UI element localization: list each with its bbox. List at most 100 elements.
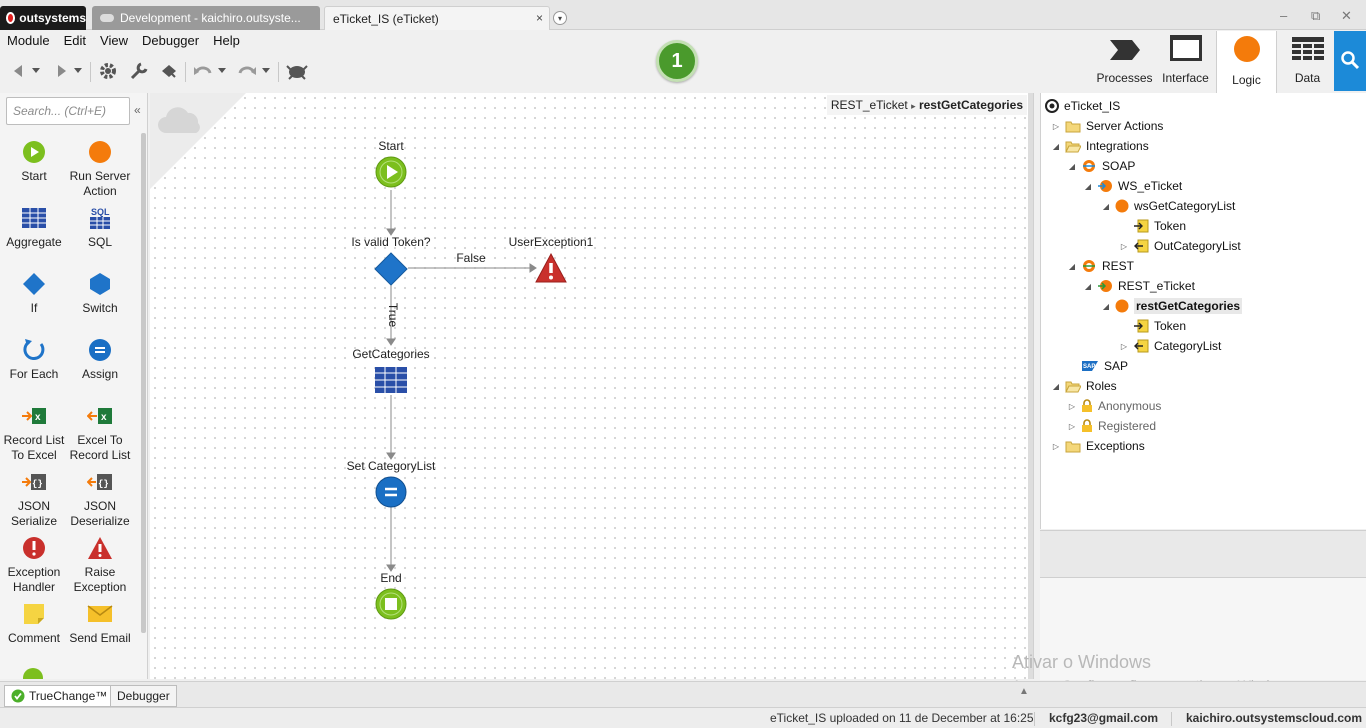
windows-activation-title: Ativar o Windows [1012, 652, 1152, 672]
tab-development[interactable]: Development - kaichiro.outsyste... [92, 6, 320, 30]
close-window-icon[interactable]: ✕ [1341, 8, 1352, 24]
tree-item-anonymous[interactable]: ▷ Anonymous [1067, 397, 1161, 415]
tree-item-roles[interactable]: ◢ Roles [1051, 377, 1117, 395]
cloud-icon [100, 14, 114, 22]
tab-processes[interactable]: Processes [1094, 31, 1155, 91]
tree-item-category-list[interactable]: ▷ CategoryList [1119, 337, 1221, 355]
tree-item-token-soap[interactable]: Token [1119, 217, 1186, 235]
gear-icon[interactable] [97, 60, 119, 82]
outsystems-brand-tab[interactable]: outsystems [0, 6, 86, 30]
raise-exception-node[interactable] [535, 252, 567, 286]
minimize-icon[interactable]: – [1280, 8, 1287, 23]
assign-node[interactable] [375, 476, 407, 511]
search-tab[interactable] [1334, 31, 1366, 91]
tab-truechange[interactable]: TrueChange™ [4, 685, 115, 707]
data-icon [1291, 36, 1325, 65]
lock-icon [1081, 419, 1093, 433]
outsystems-logo-icon [6, 12, 16, 24]
canvas-scrollbar[interactable] [1028, 93, 1033, 679]
toolbox-item-exception-handler[interactable]: Exception Handler [1, 535, 67, 595]
tree-item-rest-get-categories[interactable]: ◢ restGetCategories [1101, 297, 1243, 315]
close-tab-icon[interactable]: × [536, 11, 543, 25]
flow-canvas[interactable]: REST_eTicket ▸ restGetCategories Start I… [150, 93, 1034, 679]
record-list-to-excel-icon: x [22, 408, 46, 424]
tree-item-rest[interactable]: ◢ REST [1067, 257, 1134, 275]
toolbox-search-input[interactable]: Search... (Ctrl+E) [6, 97, 130, 125]
end-node-label: End [380, 571, 402, 585]
debug-icon[interactable] [284, 60, 310, 82]
toolbox-item-if[interactable]: If [1, 271, 67, 316]
tree-item-module[interactable]: eTicket_IS [1045, 97, 1120, 115]
folder-icon [1065, 440, 1081, 453]
menu-view[interactable]: View [93, 31, 135, 51]
dependencies-icon[interactable] [158, 60, 180, 82]
redo-dropdown-icon[interactable] [260, 60, 272, 82]
toolbox-scrollbar[interactable] [141, 133, 146, 633]
forward-icon[interactable] [50, 60, 72, 82]
undo-icon[interactable] [192, 60, 214, 82]
aggregate-node[interactable] [374, 366, 408, 397]
back-history-dropdown-icon[interactable] [30, 60, 42, 82]
tab-logic[interactable]: Logic [1216, 31, 1277, 93]
tab-list-dropdown-icon[interactable]: ▾ [553, 11, 567, 25]
tree-item-registered[interactable]: ▷ Registered [1067, 417, 1156, 435]
toolbox-item-json-serialize[interactable]: {} JSON Serialize [1, 469, 67, 529]
toolbox-item-aggregate[interactable]: Aggregate [1, 205, 67, 250]
toolbox-item-comment[interactable]: Comment [1, 601, 67, 646]
toolbox-item-label: Excel To Record List [69, 433, 131, 462]
toolbox-item-for-each[interactable]: For Each [1, 337, 67, 382]
menu-help[interactable]: Help [206, 31, 247, 51]
toolbox-item-assign[interactable]: Assign [67, 337, 133, 382]
svg-text:SAP: SAP [1083, 364, 1095, 370]
tree-item-exceptions[interactable]: ▷ Exceptions [1051, 437, 1145, 455]
toolbox-item-raise-exception[interactable]: Raise Exception [67, 535, 133, 595]
consumed-service-icon [1097, 279, 1113, 293]
toolbox-item-json-deserialize[interactable]: {} JSON Deserialize [67, 469, 133, 529]
output-parameter-icon [1133, 239, 1149, 253]
menu-bar: Module Edit View Debugger Help [0, 31, 247, 51]
tree-item-sap[interactable]: SAP SAP [1067, 357, 1128, 375]
server-name[interactable]: kaichiro.outsystemscloud.com [1186, 711, 1362, 725]
undo-dropdown-icon[interactable] [216, 60, 228, 82]
expand-panel-icon[interactable]: ▲ [1019, 686, 1029, 697]
toolbox-item-start[interactable]: Start [1, 139, 67, 184]
tree-item-ws-get-category-list[interactable]: ◢ wsGetCategoryList [1101, 197, 1235, 215]
menu-edit[interactable]: Edit [57, 31, 93, 51]
user-account[interactable]: kcfg23@gmail.com [1049, 711, 1158, 725]
tree-item-out-category-list[interactable]: ▷ OutCategoryList [1119, 237, 1241, 255]
restore-icon[interactable]: ⧉ [1311, 8, 1320, 24]
redo-icon[interactable] [236, 60, 258, 82]
toolbox-item-label: Exception Handler [7, 565, 61, 594]
toolbox-item-label: SQL [87, 235, 112, 249]
end-node[interactable] [375, 588, 407, 623]
toolbox-item-send-email[interactable]: Send Email [67, 601, 133, 646]
sap-icon: SAP [1081, 360, 1099, 372]
forward-history-dropdown-icon[interactable] [72, 60, 84, 82]
tab-data-label: Data [1294, 71, 1321, 85]
collapse-toolbox-icon[interactable]: « [134, 103, 141, 117]
menu-debugger[interactable]: Debugger [135, 31, 206, 51]
back-icon[interactable] [8, 60, 30, 82]
tab-eticket-is[interactable]: eTicket_IS (eTicket) × [324, 6, 550, 30]
svg-text:SQL: SQL [91, 207, 110, 217]
toolbox-item-excel-to-record-list[interactable]: x Excel To Record List [67, 403, 133, 463]
toolbox-item-sql[interactable]: SQL SQL [67, 205, 133, 250]
tree-item-ws-eticket[interactable]: ◢ WS_eTicket [1083, 177, 1182, 195]
tab-data[interactable]: Data [1277, 31, 1338, 91]
tree-item-soap[interactable]: ◢ SOAP [1067, 157, 1135, 175]
start-node[interactable] [375, 156, 407, 191]
tree-item-token-rest[interactable]: Token [1119, 317, 1186, 335]
publish-button[interactable]: 1 [656, 40, 698, 82]
tab-interface[interactable]: Interface [1155, 31, 1216, 91]
tree-item-rest-eticket[interactable]: ◢ REST_eTicket [1083, 277, 1195, 295]
input-parameter-icon [1133, 219, 1149, 233]
if-node[interactable] [374, 252, 408, 289]
toolbox-item-record-list-to-excel[interactable]: x Record List To Excel [1, 403, 67, 463]
tree-item-integrations[interactable]: ◢ Integrations [1051, 137, 1149, 155]
toolbox-item-switch[interactable]: Switch [67, 271, 133, 316]
wrench-icon[interactable] [128, 60, 150, 82]
tab-debugger[interactable]: Debugger [110, 685, 177, 707]
toolbox-item-run-server-action[interactable]: Run Server Action [67, 139, 133, 199]
menu-module[interactable]: Module [0, 31, 57, 51]
tree-item-server-actions[interactable]: ▷ Server Actions [1051, 117, 1163, 135]
